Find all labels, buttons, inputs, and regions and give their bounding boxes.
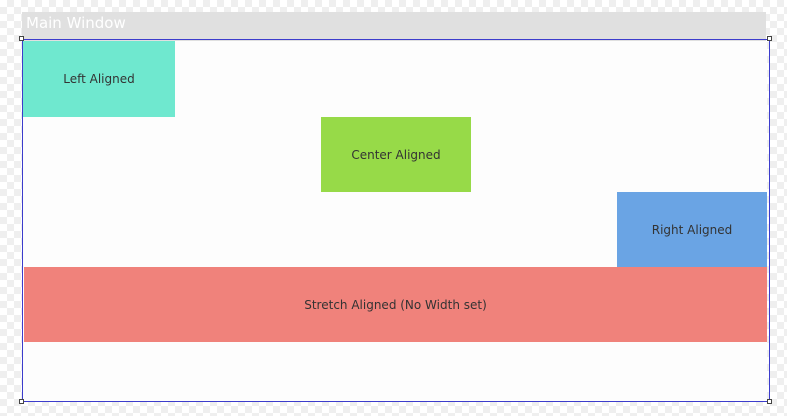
center-aligned-box[interactable]: Center Aligned bbox=[321, 117, 471, 192]
window-title: Main Window bbox=[26, 14, 126, 32]
right-aligned-label: Right Aligned bbox=[651, 222, 733, 237]
left-aligned-label: Left Aligned bbox=[63, 72, 135, 86]
right-aligned-box[interactable]: Right Aligned bbox=[617, 192, 767, 267]
resize-handle-bottom-left[interactable] bbox=[19, 399, 24, 404]
center-aligned-label: Center Aligned bbox=[351, 147, 441, 162]
stretch-aligned-box[interactable]: Stretch Aligned (No Width set) bbox=[24, 267, 767, 342]
window-title-bar[interactable]: Main Window bbox=[22, 12, 766, 41]
resize-handle-bottom-right[interactable] bbox=[767, 399, 772, 404]
left-aligned-box[interactable]: Left Aligned bbox=[23, 41, 175, 117]
resize-handle-top-right[interactable] bbox=[767, 36, 772, 41]
window-client-area: Left Aligned Center Aligned Right Aligne… bbox=[23, 41, 767, 402]
resize-handle-top-left[interactable] bbox=[19, 36, 24, 41]
stretch-aligned-label: Stretch Aligned (No Width set) bbox=[304, 297, 487, 312]
